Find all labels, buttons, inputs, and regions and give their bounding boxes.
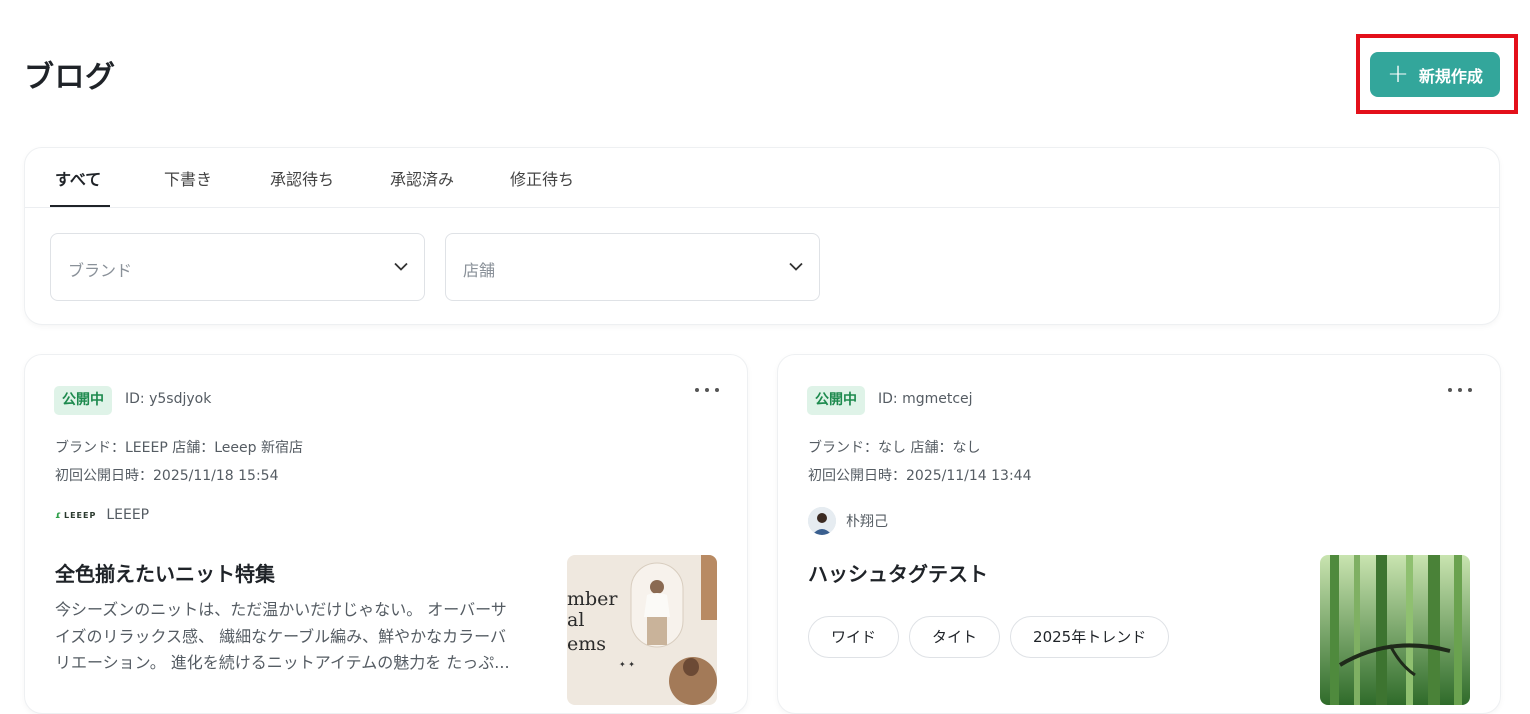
active-tab-underline xyxy=(50,205,110,207)
dot xyxy=(1448,388,1452,392)
tab-pending-revision[interactable]: 修正待ち xyxy=(510,166,574,190)
filter-card: すべて 下書き 承認待ち 承認済み 修正待ち ブランド 店舗 xyxy=(24,147,1500,325)
tab-bar: すべて 下書き 承認待ち 承認済み 修正待ち xyxy=(25,148,1499,208)
page-title: ブログ xyxy=(24,60,116,95)
hashtag-chip[interactable]: タイト xyxy=(909,616,1001,658)
tab-approved[interactable]: 承認済み xyxy=(390,166,454,190)
hashtag-chip[interactable]: 2025年トレンド xyxy=(1010,616,1170,658)
post-card[interactable]: 公開中 ID: y5sdjyok ブランド：LEEEP 店舗：Leeep 新宿店… xyxy=(24,354,748,714)
tab-all[interactable]: すべて xyxy=(55,166,101,190)
author: ɾ LEEEP LEEEP xyxy=(55,507,149,523)
excerpt-line: 今シーズンのニットは、ただ温かいだけじゃない。 オーバーサ xyxy=(55,600,507,619)
new-post-button[interactable]: + 新規作成 xyxy=(1370,52,1500,97)
thumb-text: ems xyxy=(567,633,606,655)
dot xyxy=(1458,388,1462,392)
tag-list: ワイド タイト 2025年トレンド xyxy=(808,616,1170,658)
more-options-button[interactable] xyxy=(1448,383,1472,397)
brand-select[interactable]: ブランド xyxy=(50,233,425,301)
published-date: 初回公開日時：2025/11/14 13:44 xyxy=(808,468,1032,484)
dot xyxy=(695,388,699,392)
post-title: 全色揃えたいニット特集 xyxy=(55,562,275,586)
hashtag-chip[interactable]: ワイド xyxy=(808,616,900,658)
published-date: 初回公開日時：2025/11/18 15:54 xyxy=(55,468,279,484)
chevron-down-icon xyxy=(394,262,408,271)
post-thumbnail xyxy=(1320,555,1470,705)
brand-store-info: ブランド：LEEEP 店舗：Leeep 新宿店 xyxy=(55,440,303,456)
dot xyxy=(1468,388,1472,392)
tab-pending-approval[interactable]: 承認待ち xyxy=(270,166,334,190)
post-card[interactable]: 公開中 ID: mgmetcej ブランド：なし 店舗：なし 初回公開日時：20… xyxy=(777,354,1501,714)
status-badge: 公開中 xyxy=(54,386,112,415)
author-name: 朴翔己 xyxy=(846,514,888,530)
dot xyxy=(715,388,719,392)
post-thumbnail: ✦ ✦ mber al ems xyxy=(567,555,717,705)
store-select-placeholder: 店舗 xyxy=(463,261,496,280)
author-name: LEEEP xyxy=(106,507,150,523)
post-excerpt: 今シーズンのニットは、ただ温かいだけじゃない。 オーバーサ イズのリラックス感、… xyxy=(55,597,547,677)
thumb-text: mber xyxy=(567,588,618,610)
excerpt-line: イズのリラックス感、 繊細なケーブル編み、鮮やかなカラーバ xyxy=(55,626,507,646)
store-select[interactable]: 店舗 xyxy=(445,233,820,301)
status-badge: 公開中 xyxy=(807,386,865,415)
post-id: ID: y5sdjyok xyxy=(125,391,212,407)
plus-icon: + xyxy=(1387,58,1409,89)
post-title: ハッシュタグテスト xyxy=(808,562,988,586)
brand-store-info: ブランド：なし 店舗：なし xyxy=(808,440,981,456)
svg-text:✦ ✦: ✦ ✦ xyxy=(619,660,635,669)
more-options-button[interactable] xyxy=(695,383,719,397)
dot xyxy=(705,388,709,392)
excerpt-line: リエーション。 進化を続けるニットアイテムの魅力を たっぷ... xyxy=(55,653,510,672)
forest-image xyxy=(1320,555,1470,705)
thumb-text: al xyxy=(567,609,584,631)
post-id: ID: mgmetcej xyxy=(878,391,973,407)
new-post-button-label: 新規作成 xyxy=(1418,66,1483,86)
avatar xyxy=(808,507,836,535)
brand-logo: ɾ LEEEP xyxy=(55,510,96,521)
brand-logo-text: LEEEP xyxy=(63,510,97,520)
brand-select-placeholder: ブランド xyxy=(68,261,133,280)
tab-draft[interactable]: 下書き xyxy=(164,166,212,190)
knit-collage-image: ✦ ✦ mber al ems xyxy=(567,555,717,705)
author: 朴翔己 xyxy=(808,507,888,535)
chevron-down-icon xyxy=(789,262,803,271)
leaf-icon: ɾ xyxy=(55,509,62,521)
